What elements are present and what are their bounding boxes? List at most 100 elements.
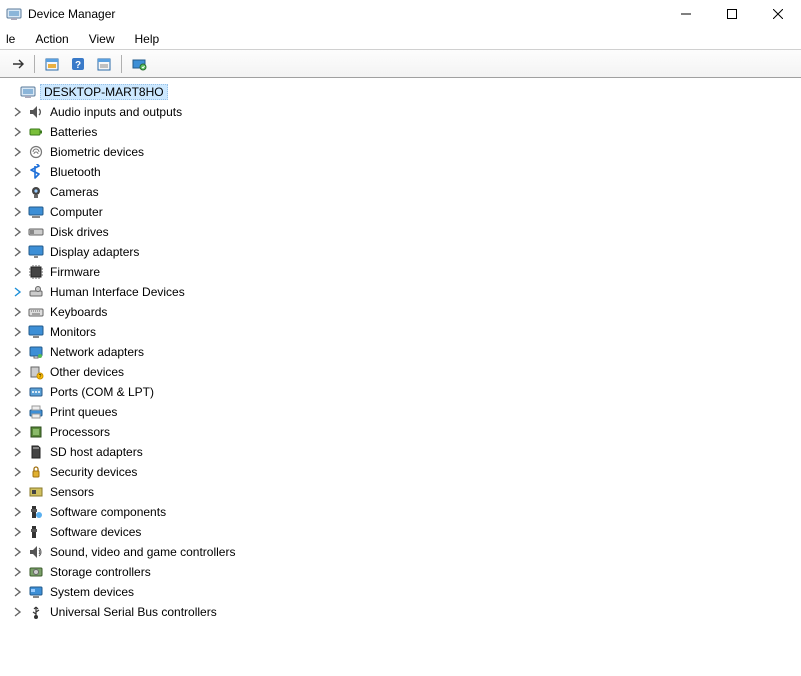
expander-icon[interactable]	[12, 246, 24, 258]
toolbar-properties-button[interactable]	[93, 53, 115, 75]
tree-category-row[interactable]: Computer	[4, 202, 801, 222]
expander-icon[interactable]	[12, 526, 24, 538]
battery-icon	[28, 124, 44, 140]
category-label[interactable]: Biometric devices	[48, 144, 146, 160]
maximize-button[interactable]	[709, 0, 755, 28]
category-label[interactable]: Sound, video and game controllers	[48, 544, 237, 560]
tree-category-row[interactable]: Print queues	[4, 402, 801, 422]
tree-category-row[interactable]: Cameras	[4, 182, 801, 202]
computer-root-icon	[20, 84, 36, 100]
menubar: le Action View Help	[0, 28, 801, 50]
expander-icon[interactable]	[12, 186, 24, 198]
expander-icon[interactable]	[12, 206, 24, 218]
expander-icon[interactable]	[12, 166, 24, 178]
device-tree[interactable]: DESKTOP-MART8HO Audio inputs and outputs…	[0, 78, 801, 676]
close-button[interactable]	[755, 0, 801, 28]
tree-category-row[interactable]: Security devices	[4, 462, 801, 482]
expander-icon[interactable]	[12, 106, 24, 118]
tree-category-row[interactable]: Biometric devices	[4, 142, 801, 162]
category-label[interactable]: Other devices	[48, 364, 126, 380]
tree-category-row[interactable]: Ports (COM & LPT)	[4, 382, 801, 402]
tree-category-row[interactable]: Disk drives	[4, 222, 801, 242]
tree-category-row[interactable]: Software components	[4, 502, 801, 522]
category-label[interactable]: Batteries	[48, 124, 99, 140]
hid-icon	[28, 284, 44, 300]
category-label[interactable]: Monitors	[48, 324, 98, 340]
minimize-button[interactable]	[663, 0, 709, 28]
menu-view[interactable]: View	[79, 30, 125, 48]
expander-icon[interactable]	[12, 326, 24, 338]
category-label[interactable]: Display adapters	[48, 244, 141, 260]
expander-icon[interactable]	[12, 366, 24, 378]
menu-action[interactable]: Action	[25, 30, 78, 48]
category-label[interactable]: Software components	[48, 504, 168, 520]
category-label[interactable]: Security devices	[48, 464, 139, 480]
tree-category-row[interactable]: Display adapters	[4, 242, 801, 262]
expander-icon[interactable]	[12, 586, 24, 598]
tree-category-row[interactable]: Monitors	[4, 322, 801, 342]
toolbar-help-button[interactable]	[67, 53, 89, 75]
category-label[interactable]: Ports (COM & LPT)	[48, 384, 156, 400]
category-label[interactable]: Processors	[48, 424, 112, 440]
expander-icon[interactable]	[12, 286, 24, 298]
tree-category-row[interactable]: Bluetooth	[4, 162, 801, 182]
category-label[interactable]: Firmware	[48, 264, 102, 280]
category-label[interactable]: Print queues	[48, 404, 119, 420]
tree-category-row[interactable]: Processors	[4, 422, 801, 442]
expander-icon[interactable]	[12, 606, 24, 618]
category-label[interactable]: SD host adapters	[48, 444, 145, 460]
expander-icon[interactable]	[12, 506, 24, 518]
expander-icon[interactable]	[12, 306, 24, 318]
tree-category-row[interactable]: Keyboards	[4, 302, 801, 322]
menu-file[interactable]: le	[2, 30, 25, 48]
computer-icon	[28, 204, 44, 220]
toolbar-navigate-button[interactable]	[6, 53, 28, 75]
tree-category-row[interactable]: Other devices	[4, 362, 801, 382]
tree-category-row[interactable]: Universal Serial Bus controllers	[4, 602, 801, 622]
category-label[interactable]: Audio inputs and outputs	[48, 104, 184, 120]
category-label[interactable]: Disk drives	[48, 224, 111, 240]
root-label[interactable]: DESKTOP-MART8HO	[40, 84, 168, 100]
category-label[interactable]: Network adapters	[48, 344, 146, 360]
expander-icon[interactable]	[12, 146, 24, 158]
tree-category-row[interactable]: Audio inputs and outputs	[4, 102, 801, 122]
tree-category-row[interactable]: Sound, video and game controllers	[4, 542, 801, 562]
expander-icon[interactable]	[12, 546, 24, 558]
category-label[interactable]: Bluetooth	[48, 164, 103, 180]
category-label[interactable]: Software devices	[48, 524, 143, 540]
category-label[interactable]: Storage controllers	[48, 564, 153, 580]
toolbar-show-hidden-button[interactable]	[41, 53, 63, 75]
expander-icon[interactable]	[12, 446, 24, 458]
tree-root[interactable]: DESKTOP-MART8HO	[4, 82, 801, 102]
tree-category-row[interactable]: Batteries	[4, 122, 801, 142]
tree-category-row[interactable]: Human Interface Devices	[4, 282, 801, 302]
expander-icon[interactable]	[12, 486, 24, 498]
expander-icon[interactable]	[12, 386, 24, 398]
expander-icon[interactable]	[12, 426, 24, 438]
expander-icon[interactable]	[12, 566, 24, 578]
category-label[interactable]: System devices	[48, 584, 136, 600]
category-label[interactable]: Computer	[48, 204, 105, 220]
expander-icon[interactable]	[12, 346, 24, 358]
expander-icon[interactable]	[12, 126, 24, 138]
category-label[interactable]: Keyboards	[48, 304, 109, 320]
category-label[interactable]: Universal Serial Bus controllers	[48, 604, 219, 620]
category-label[interactable]: Sensors	[48, 484, 96, 500]
tree-category-row[interactable]: Network adapters	[4, 342, 801, 362]
tree-category-row[interactable]: Storage controllers	[4, 562, 801, 582]
expander-icon[interactable]	[12, 226, 24, 238]
tree-category-row[interactable]: Software devices	[4, 522, 801, 542]
expander-icon[interactable]	[12, 406, 24, 418]
menu-help[interactable]: Help	[125, 30, 170, 48]
tree-category-row[interactable]: Firmware	[4, 262, 801, 282]
expander-icon[interactable]	[12, 466, 24, 478]
security-icon	[28, 464, 44, 480]
tree-category-row[interactable]: SD host adapters	[4, 442, 801, 462]
tree-category-row[interactable]: Sensors	[4, 482, 801, 502]
system-icon	[28, 584, 44, 600]
tree-category-row[interactable]: System devices	[4, 582, 801, 602]
expander-icon[interactable]	[12, 266, 24, 278]
toolbar-scan-hardware-button[interactable]	[128, 53, 150, 75]
category-label[interactable]: Cameras	[48, 184, 101, 200]
category-label[interactable]: Human Interface Devices	[48, 284, 187, 300]
